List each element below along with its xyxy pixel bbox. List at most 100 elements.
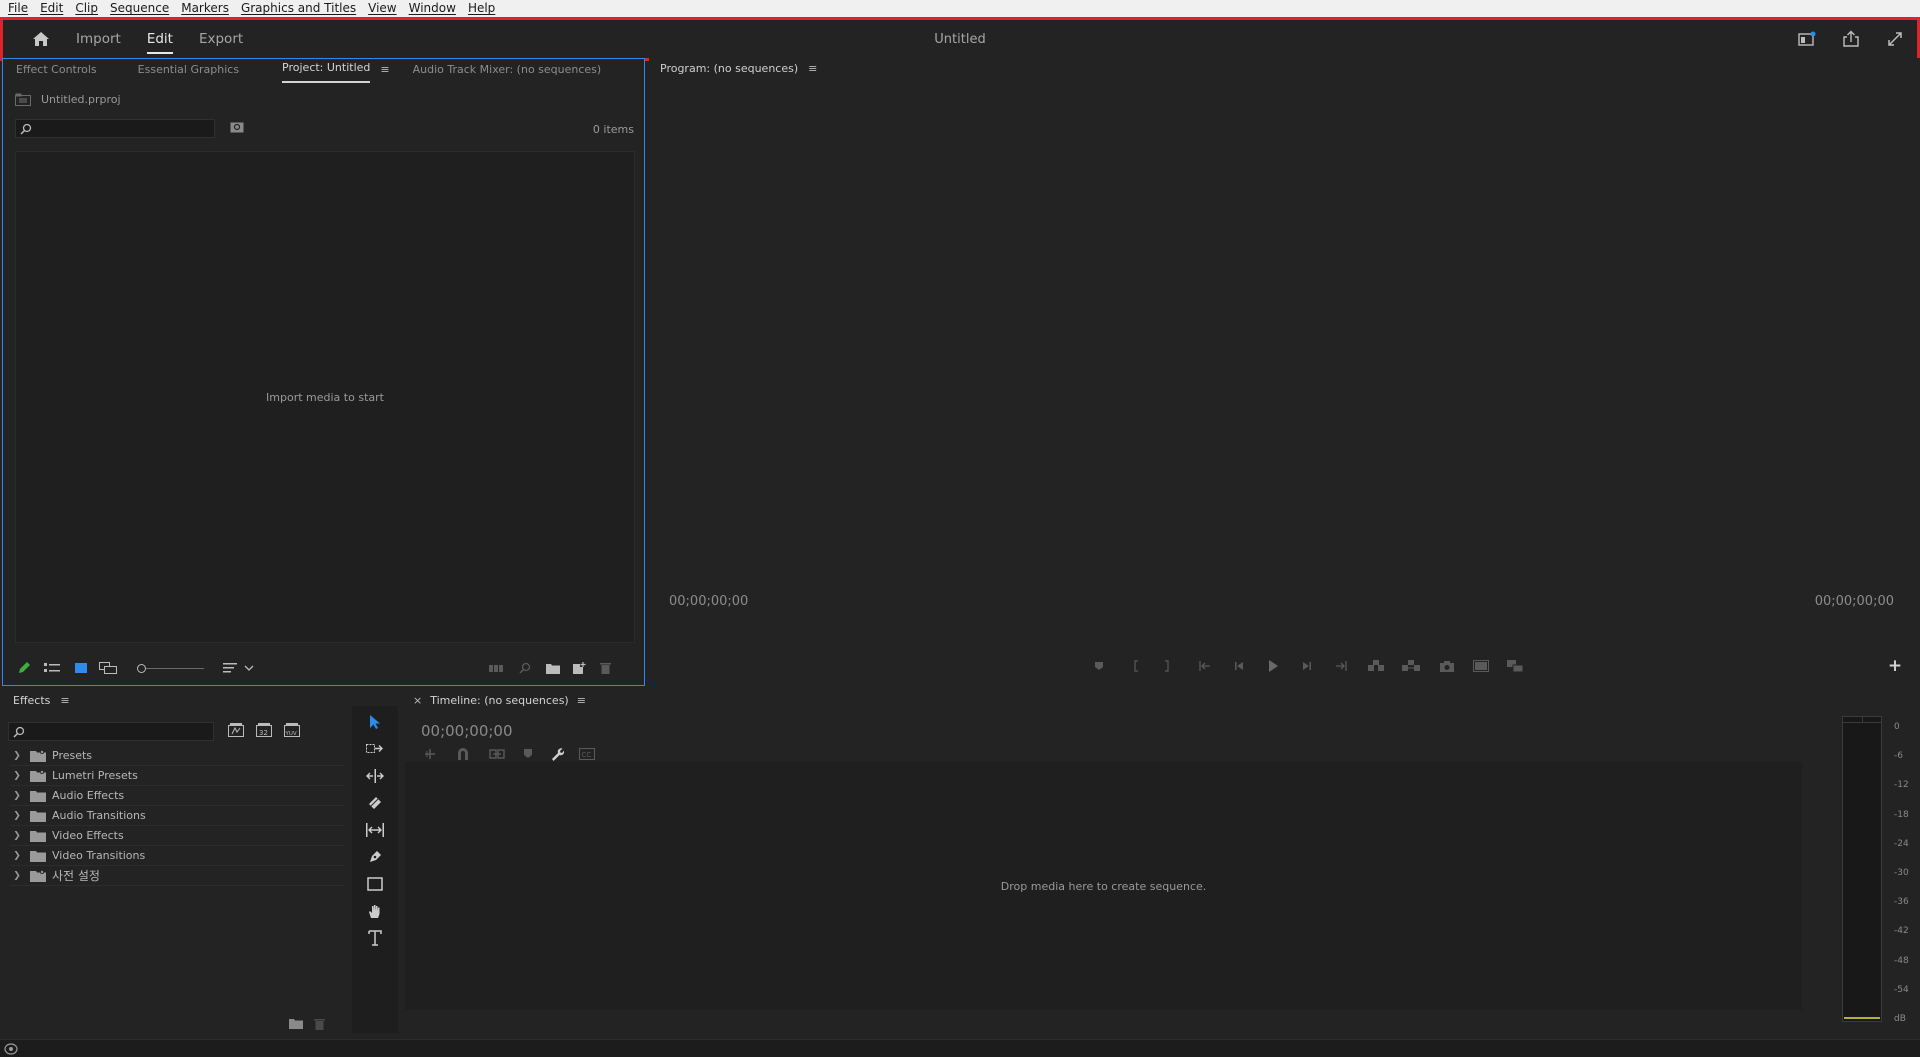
panel-menu-icon[interactable]: ≡ <box>808 58 817 80</box>
menu-sequence[interactable]: Sequence <box>104 0 175 17</box>
tab-essential-graphics[interactable]: Essential Graphics <box>110 59 252 81</box>
new-search-bin-button[interactable] <box>230 121 244 133</box>
step-forward-button[interactable] <box>1297 656 1317 676</box>
32-bit-effects-button[interactable]: 32 <box>256 723 272 737</box>
freeform-view-button[interactable] <box>99 659 117 677</box>
chevron-right-icon[interactable]: ❯ <box>10 871 24 881</box>
comparison-view-button[interactable] <box>1471 656 1491 676</box>
pen-tool[interactable] <box>363 845 387 869</box>
list-item-video-effects[interactable]: ❯ Video Effects <box>10 826 344 846</box>
icon-view-button[interactable] <box>72 659 90 677</box>
timeline-timecode[interactable]: 00;00;00;00 <box>421 722 513 740</box>
menu-help[interactable]: Help <box>462 0 501 17</box>
write-protect-button[interactable] <box>15 659 33 677</box>
timeline-track-area[interactable]: Drop media here to create sequence. <box>405 762 1802 1010</box>
export-frame-button[interactable] <box>1437 656 1457 676</box>
add-marker-button[interactable] <box>523 748 533 759</box>
track-select-tool[interactable] <box>363 737 387 761</box>
type-tool[interactable] <box>363 926 387 950</box>
ripple-edit-tool[interactable] <box>363 764 387 788</box>
menu-window[interactable]: Window <box>403 0 462 17</box>
linked-selection-button[interactable] <box>489 747 505 761</box>
chevron-right-icon[interactable]: ❯ <box>10 851 24 861</box>
slip-tool[interactable] <box>363 818 387 842</box>
go-to-out-button[interactable] <box>1331 656 1351 676</box>
playhead-timecode[interactable]: 00;00;00;00 <box>669 594 748 609</box>
new-bin-button[interactable] <box>544 659 562 677</box>
rectangle-tool[interactable] <box>363 872 387 896</box>
fullscreen-button[interactable] <box>1883 27 1907 51</box>
tab-effects[interactable]: Effects ≡ <box>2 690 83 712</box>
menu-file[interactable]: File <box>2 0 34 17</box>
chevron-right-icon[interactable]: ❯ <box>10 751 24 761</box>
menu-view[interactable]: View <box>362 0 402 17</box>
menu-edit[interactable]: Edit <box>34 0 69 17</box>
chevron-right-icon[interactable]: ❯ <box>10 831 24 841</box>
chevron-right-icon[interactable]: ❯ <box>10 811 24 821</box>
yuv-effects-button[interactable]: YUV <box>284 723 300 737</box>
new-custom-bin-button[interactable] <box>289 1018 303 1029</box>
menu-clip[interactable]: Clip <box>69 0 104 17</box>
status-indicator-icon[interactable] <box>4 1043 18 1055</box>
new-item-button[interactable] <box>570 659 588 677</box>
list-item-video-transitions[interactable]: ❯ Video Transitions <box>10 846 344 866</box>
zoom-slider-handle[interactable] <box>137 664 146 673</box>
project-search-input[interactable] <box>15 119 215 138</box>
trash-icon <box>599 662 611 674</box>
insert-nest-button[interactable] <box>423 747 437 761</box>
hand-tool[interactable] <box>363 899 387 923</box>
multi-camera-button[interactable] <box>1505 656 1525 676</box>
effects-search-input[interactable] <box>8 722 214 741</box>
sort-icons-button[interactable] <box>221 659 239 677</box>
svg-text:CC: CC <box>582 751 592 759</box>
menu-markers[interactable]: Markers <box>175 0 235 17</box>
list-item-audio-transitions[interactable]: ❯ Audio Transitions <box>10 806 344 826</box>
chevron-right-icon[interactable]: ❯ <box>10 791 24 801</box>
close-icon[interactable]: × <box>413 690 422 712</box>
accelerated-effects-button[interactable] <box>228 723 244 737</box>
share-button[interactable] <box>1839 27 1863 51</box>
project-media-area[interactable]: Import media to start <box>15 151 635 643</box>
tab-effect-controls[interactable]: Effect Controls <box>3 59 110 81</box>
razor-tool[interactable] <box>363 791 387 815</box>
delete-custom-item-button[interactable] <box>314 1018 325 1030</box>
mark-in-button[interactable] <box>1126 656 1146 676</box>
play-button[interactable] <box>1263 656 1283 676</box>
snap-button[interactable] <box>457 747 469 761</box>
meter-clip-indicators[interactable] <box>1843 717 1881 723</box>
selection-tool[interactable] <box>363 710 387 734</box>
tab-program-monitor[interactable]: Program: (no sequences) ≡ <box>647 58 830 80</box>
go-to-in-button[interactable] <box>1195 656 1215 676</box>
panel-menu-icon[interactable]: ≡ <box>577 690 586 712</box>
tab-export[interactable]: Export <box>186 20 256 58</box>
button-editor-add-button[interactable]: + <box>1885 656 1905 676</box>
quick-export-button[interactable] <box>1795 27 1819 51</box>
mark-out-button[interactable] <box>1157 656 1177 676</box>
tab-timeline[interactable]: × Timeline: (no sequences) ≡ <box>405 690 599 712</box>
home-button[interactable] <box>19 20 63 58</box>
chevron-right-icon[interactable]: ❯ <box>10 771 24 781</box>
extract-button[interactable] <box>1401 656 1421 676</box>
zoom-slider[interactable] <box>137 662 207 676</box>
timeline-settings-button[interactable] <box>550 747 564 761</box>
clear-button[interactable] <box>596 659 614 677</box>
step-back-button[interactable] <box>1229 656 1249 676</box>
automate-to-sequence-button[interactable] <box>487 659 505 677</box>
add-marker-button[interactable] <box>1089 656 1109 676</box>
tab-project[interactable]: Project: Untitled ≡ <box>252 57 403 83</box>
lift-button[interactable] <box>1366 656 1386 676</box>
find-button[interactable] <box>516 659 534 677</box>
menu-graphics-and-titles[interactable]: Graphics and Titles <box>235 0 362 17</box>
list-view-button[interactable] <box>43 659 61 677</box>
panel-menu-icon[interactable]: ≡ <box>380 59 389 81</box>
sort-dropdown-button[interactable] <box>240 659 258 677</box>
panel-menu-icon[interactable]: ≡ <box>60 690 69 712</box>
tab-import[interactable]: Import <box>63 20 134 58</box>
list-item-audio-effects[interactable]: ❯ Audio Effects <box>10 786 344 806</box>
list-item-lumetri-presets[interactable]: ❯ Lumetri Presets <box>10 766 344 786</box>
captions-button[interactable]: CC <box>579 748 595 760</box>
list-item-presets[interactable]: ❯ Presets <box>10 746 344 766</box>
tab-audio-track-mixer[interactable]: Audio Track Mixer: (no sequences) <box>403 59 615 81</box>
tab-edit[interactable]: Edit <box>134 20 186 58</box>
list-item-korean-presets[interactable]: ❯ 사전 설정 <box>10 866 344 886</box>
